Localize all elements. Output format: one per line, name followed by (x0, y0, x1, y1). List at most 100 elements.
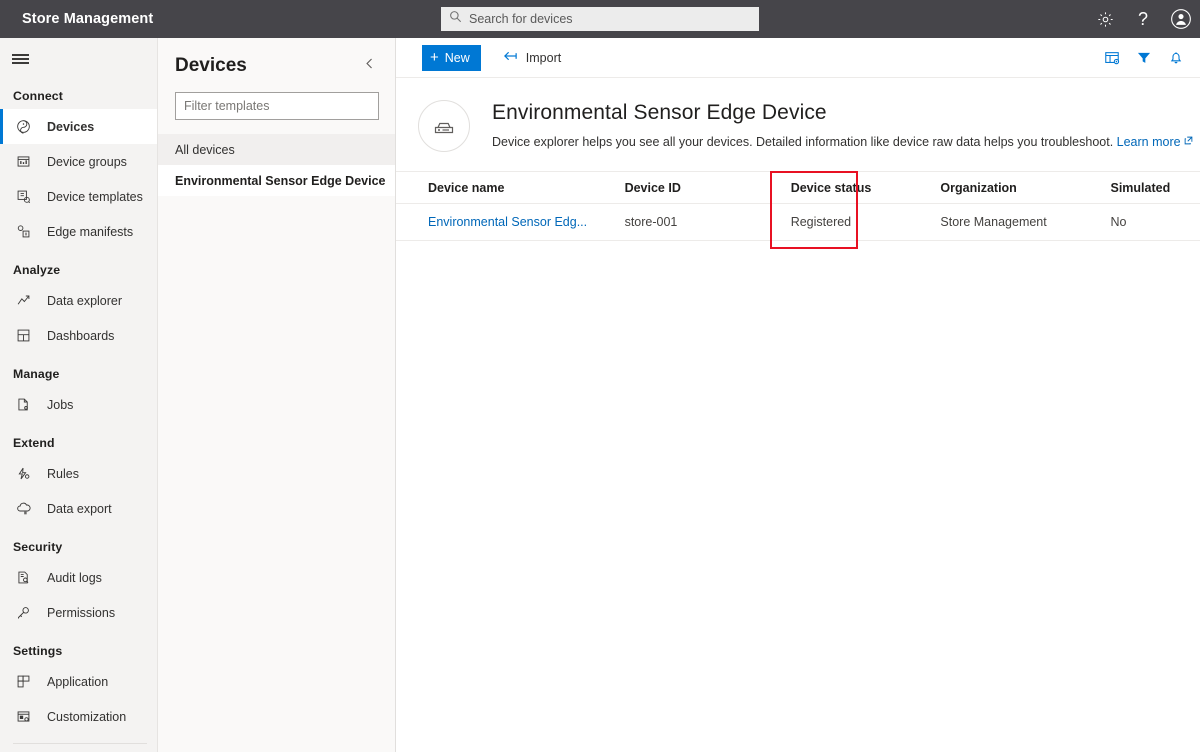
table-row[interactable]: Environmental Sensor Edg... store-001 Re… (396, 203, 1200, 241)
devices-panel-header: Devices (158, 38, 395, 78)
nav-section-analyze: Analyze (13, 263, 61, 277)
data-export-icon (13, 499, 33, 519)
account-icon[interactable] (1162, 0, 1200, 38)
customization-icon (13, 707, 33, 727)
data-explorer-icon (13, 291, 33, 311)
sidebar-item-dashboards[interactable]: Dashboards (0, 318, 157, 353)
list-item-label: All devices (175, 142, 235, 157)
column-header-device-name[interactable]: Device name (396, 171, 593, 204)
nav-section-settings: Settings (13, 644, 63, 658)
device-templates-icon (13, 187, 33, 207)
sidebar-item-application[interactable]: Application (0, 664, 157, 699)
sidebar-item-label: Data export (47, 501, 112, 516)
sidebar-item-rules[interactable]: Rules (0, 456, 157, 491)
device-header-text: Environmental Sensor Edge Device Device … (492, 100, 1193, 149)
column-header-device-status[interactable]: Device status (773, 171, 909, 204)
top-bar: Store Management ? (0, 0, 1200, 38)
sidebar-item-devices[interactable]: Devices (0, 109, 157, 144)
bell-icon[interactable] (1160, 38, 1192, 78)
list-item-all-devices[interactable]: All devices (158, 134, 395, 165)
import-arrow-icon (503, 50, 526, 65)
new-button-label: New (444, 50, 470, 65)
column-header-simulated[interactable]: Simulated (1078, 171, 1200, 204)
sidebar-item-data-explorer[interactable]: Data explorer (0, 283, 157, 318)
devices-table: Device name Device ID Device status Orga… (396, 171, 1200, 241)
import-button[interactable]: Import (503, 50, 561, 65)
external-link-icon (1184, 134, 1193, 148)
sidebar-item-label: Edge manifests (47, 224, 134, 239)
template-list: All devices Environmental Sensor Edge De… (158, 134, 395, 196)
cell-device-name: Environmental Sensor Edg... (396, 203, 593, 241)
edge-manifests-icon (13, 222, 33, 242)
sidebar-item-label: Devices (47, 119, 95, 134)
list-item-environmental-sensor-edge-device[interactable]: Environmental Sensor Edge Device (158, 165, 395, 196)
cell-device-id: store-001 (592, 203, 774, 241)
sidebar-item-label: Jobs (47, 397, 74, 412)
app-title: Store Management (22, 11, 154, 27)
page-title: Environmental Sensor Edge Device (492, 101, 827, 124)
devices-table-head: Device name Device ID Device status Orga… (396, 171, 1200, 204)
sidebar-item-device-groups[interactable]: Device groups (0, 144, 157, 179)
cell-device-status: Registered (773, 203, 909, 241)
page-description: Device explorer helps you see all your d… (492, 134, 1193, 149)
sidebar-item-label: Audit logs (47, 570, 102, 585)
sidebar-item-iot-central-home[interactable]: IoT Central Home (0, 744, 157, 752)
device-header: Environmental Sensor Edge Device Device … (396, 78, 1200, 152)
sidebar-item-customization[interactable]: Customization (0, 699, 157, 734)
rules-icon (13, 464, 33, 484)
devices-panel-title: Devices (175, 55, 247, 76)
help-glyph: ? (1137, 9, 1148, 29)
command-bar-right-icons (1096, 38, 1192, 78)
command-bar: + New Import (396, 38, 1200, 78)
filter-templates-input[interactable] (175, 92, 379, 120)
device-name-link[interactable]: Environmental Sensor Edg... (428, 215, 587, 229)
learn-more-link[interactable]: Learn more (1117, 135, 1181, 149)
sidebar-item-data-export[interactable]: Data export (0, 491, 157, 526)
nav-section-extend: Extend (13, 436, 55, 450)
list-item-label: Environmental Sensor Edge Device (175, 173, 386, 188)
page-description-text: Device explorer helps you see all your d… (492, 135, 1114, 149)
sidebar-item-label: Rules (47, 466, 79, 481)
column-header-organization[interactable]: Organization (908, 171, 1079, 204)
sidebar-item-label: Dashboards (47, 328, 115, 343)
settings-icon[interactable] (1086, 0, 1124, 38)
hamburger-icon[interactable] (0, 43, 157, 75)
cell-simulated: No (1078, 203, 1200, 241)
nav-section-security: Security (13, 540, 63, 554)
sidebar-item-edge-manifests[interactable]: Edge manifests (0, 214, 157, 249)
permissions-icon (13, 603, 33, 623)
search-input[interactable] (469, 12, 751, 26)
chevron-left-icon[interactable] (360, 54, 379, 78)
devices-icon (13, 117, 33, 137)
sidebar-item-label: Device groups (47, 154, 127, 169)
audit-logs-icon (13, 568, 33, 588)
nav-section-connect: Connect (13, 89, 63, 103)
import-button-label: Import (525, 50, 562, 65)
global-search[interactable] (441, 7, 759, 31)
sidebar-item-label: Device templates (47, 189, 143, 204)
filter-icon[interactable] (1128, 38, 1160, 78)
devices-panel: Devices All devices Environmental Sensor… (158, 38, 396, 752)
sidebar-item-jobs[interactable]: Jobs (0, 387, 157, 422)
table-header-row: Device name Device ID Device status Orga… (396, 171, 1200, 204)
jobs-icon (13, 395, 33, 415)
new-button[interactable]: + New (422, 44, 481, 71)
column-header-device-id[interactable]: Device ID (592, 171, 774, 204)
dashboards-icon (13, 326, 33, 346)
sidebar-item-permissions[interactable]: Permissions (0, 595, 157, 630)
application-icon (13, 672, 33, 692)
help-icon[interactable]: ? (1124, 0, 1162, 38)
column-options-icon[interactable] (1096, 38, 1128, 78)
sidebar-item-device-templates[interactable]: Device templates (0, 179, 157, 214)
plus-icon: + (430, 49, 439, 66)
edge-device-icon (418, 100, 470, 152)
device-groups-icon (13, 152, 33, 172)
nav-section-manage: Manage (13, 367, 60, 381)
main-content: + New Import Environmental Sensor Edge D… (396, 38, 1200, 752)
sidebar-item-audit-logs[interactable]: Audit logs (0, 560, 157, 595)
sidebar-item-label: Permissions (47, 605, 116, 620)
filter-templates-wrap (158, 78, 395, 120)
devices-table-wrap: Device name Device ID Device status Orga… (396, 171, 1200, 249)
devices-table-body: Environmental Sensor Edg... store-001 Re… (396, 203, 1200, 241)
cell-organization: Store Management (908, 203, 1079, 241)
